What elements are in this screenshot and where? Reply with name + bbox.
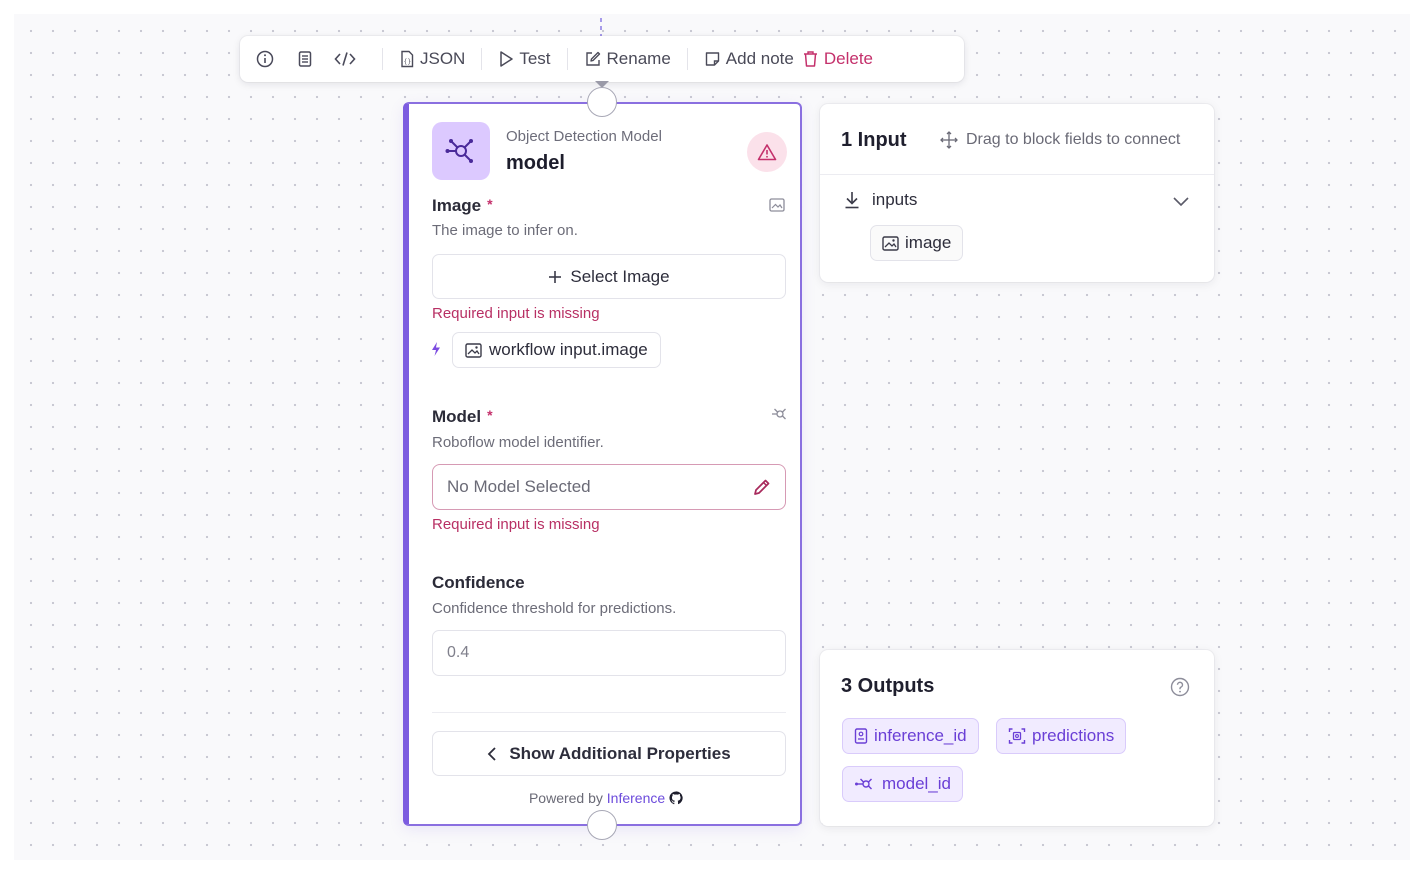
confidence-field-label: Confidence bbox=[432, 573, 525, 592]
rename-button[interactable]: Rename bbox=[580, 44, 675, 74]
toolbar-divider bbox=[481, 48, 483, 70]
select-image-button[interactable]: Select Image bbox=[432, 254, 786, 299]
output-chip-label: inference_id bbox=[874, 726, 967, 745]
pencil-icon[interactable] bbox=[753, 478, 771, 496]
note-icon bbox=[705, 52, 719, 66]
output-chip-label: model_id bbox=[882, 774, 951, 793]
model-network-icon bbox=[432, 122, 490, 180]
test-label: Test bbox=[519, 49, 551, 68]
warning-icon[interactable] bbox=[747, 132, 787, 172]
model-block[interactable]: Object Detection Model model Image * The … bbox=[403, 102, 802, 826]
move-icon bbox=[940, 131, 958, 149]
file-json-icon: {} bbox=[401, 50, 414, 68]
inputs-group[interactable]: inputs bbox=[844, 190, 917, 210]
connection-edge bbox=[600, 18, 602, 36]
inference-link[interactable]: Inference bbox=[607, 790, 665, 806]
top-connection-handle[interactable] bbox=[587, 87, 617, 117]
inputs-title: 1 Input bbox=[841, 129, 907, 151]
inputs-group-label: inputs bbox=[872, 190, 918, 209]
input-chip-image[interactable]: image bbox=[870, 225, 964, 261]
output-chip-predictions[interactable]: predictions bbox=[996, 718, 1127, 754]
image-reference-chip[interactable]: workflow input.image bbox=[452, 332, 661, 368]
drag-hint: Drag to block fields to connect bbox=[940, 131, 1180, 149]
block-type: Object Detection Model bbox=[506, 128, 662, 145]
add-note-label: Add note bbox=[725, 49, 794, 68]
show-additional-properties-button[interactable]: Show Additional Properties bbox=[432, 731, 786, 776]
model-field-label: Model * bbox=[432, 407, 493, 426]
delete-button[interactable]: Delete bbox=[798, 44, 877, 74]
inputs-panel: 1 Input Drag to block fields to connect … bbox=[820, 104, 1214, 282]
model-network-icon bbox=[855, 778, 872, 790]
confidence-value: 0.4 bbox=[447, 644, 470, 661]
help-icon[interactable] bbox=[1170, 677, 1190, 702]
delete-label: Delete bbox=[823, 49, 873, 68]
model-input[interactable]: No Model Selected bbox=[432, 464, 786, 510]
image-icon bbox=[882, 235, 899, 251]
plus-icon bbox=[549, 270, 562, 283]
rename-label: Rename bbox=[606, 49, 671, 68]
output-chip-model-id[interactable]: model_id bbox=[842, 766, 963, 802]
image-field-description: The image to infer on. bbox=[432, 222, 578, 239]
block-toolbar: {} JSON Test Rename Add note Delete bbox=[240, 36, 964, 82]
chevron-left-icon bbox=[488, 746, 496, 761]
toolbar-divider bbox=[566, 48, 568, 70]
play-icon bbox=[500, 51, 514, 67]
model-type-icon bbox=[769, 406, 789, 427]
id-card-icon bbox=[854, 728, 868, 744]
outputs-panel: 3 Outputs inference_id predictions model… bbox=[820, 650, 1214, 826]
required-marker: * bbox=[487, 196, 493, 212]
image-type-icon bbox=[769, 198, 785, 217]
output-chip-inference-id[interactable]: inference_id bbox=[842, 718, 979, 754]
bottom-connection-handle[interactable] bbox=[587, 810, 617, 840]
model-placeholder: No Model Selected bbox=[447, 477, 591, 496]
download-icon bbox=[845, 192, 859, 209]
bolt-icon bbox=[431, 342, 441, 361]
powered-by: Powered by Inference bbox=[409, 790, 803, 806]
test-button[interactable]: Test bbox=[494, 44, 554, 74]
output-chip-label: predictions bbox=[1032, 726, 1115, 745]
image-reference-label: workflow input.image bbox=[489, 340, 648, 359]
document-icon[interactable] bbox=[290, 44, 320, 74]
image-error: Required input is missing bbox=[432, 305, 600, 322]
select-image-label: Select Image bbox=[570, 266, 670, 286]
svg-text:{}: {} bbox=[404, 59, 412, 66]
bounding-box-icon bbox=[1008, 728, 1026, 744]
show-more-label: Show Additional Properties bbox=[509, 743, 731, 763]
confidence-input[interactable]: 0.4 bbox=[432, 630, 786, 676]
divider bbox=[432, 712, 786, 713]
required-marker: * bbox=[487, 407, 493, 423]
model-field-description: Roboflow model identifier. bbox=[432, 434, 604, 451]
image-icon bbox=[465, 342, 482, 358]
confidence-field-description: Confidence threshold for predictions. bbox=[432, 600, 677, 617]
trash-icon bbox=[803, 51, 817, 67]
github-icon[interactable] bbox=[669, 791, 683, 805]
divider bbox=[820, 174, 1214, 175]
outputs-title: 3 Outputs bbox=[841, 675, 935, 697]
input-chip-label: image bbox=[905, 233, 952, 252]
code-icon[interactable] bbox=[330, 44, 360, 74]
drag-hint-text: Drag to block fields to connect bbox=[966, 131, 1181, 148]
edit-icon bbox=[585, 51, 600, 66]
toolbar-divider bbox=[382, 48, 383, 70]
toolbar-divider bbox=[686, 48, 688, 70]
model-error: Required input is missing bbox=[432, 516, 600, 533]
json-label: JSON bbox=[420, 49, 466, 68]
info-icon[interactable] bbox=[250, 44, 280, 74]
add-note-button[interactable]: Add note bbox=[700, 44, 798, 74]
image-field-label: Image * bbox=[432, 196, 493, 215]
chevron-down-icon[interactable] bbox=[1172, 194, 1190, 212]
block-name: model bbox=[506, 152, 565, 174]
json-button[interactable]: {} JSON bbox=[395, 44, 469, 74]
